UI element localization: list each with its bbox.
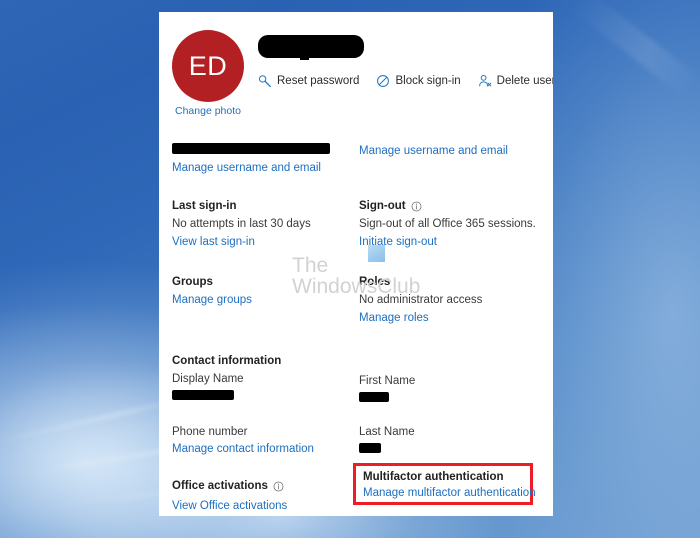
office-activations-heading-label: Office activations bbox=[172, 480, 268, 492]
username-section: Manage username and email bbox=[172, 143, 330, 179]
phone-number-field: Phone number Manage contact information bbox=[172, 426, 314, 460]
contact-information-heading: Contact information bbox=[172, 355, 282, 367]
info-icon[interactable] bbox=[411, 201, 422, 212]
username-section-right: Manage username and email bbox=[359, 145, 508, 162]
avatar-initials: ED bbox=[188, 50, 228, 81]
last-signin-heading: Last sign-in bbox=[172, 200, 237, 212]
initiate-signout-link[interactable]: Initiate sign-out bbox=[359, 236, 536, 248]
last-name-field: Last Name bbox=[359, 426, 415, 453]
phone-number-label: Phone number bbox=[172, 426, 248, 438]
username-redaction-bar bbox=[172, 143, 330, 154]
groups-heading: Groups bbox=[172, 276, 213, 288]
info-icon[interactable] bbox=[273, 481, 284, 492]
manage-username-and-email-link-right[interactable]: Manage username and email bbox=[359, 145, 508, 157]
view-office-activations-link[interactable]: View Office activations bbox=[172, 500, 287, 512]
manage-contact-information-link[interactable]: Manage contact information bbox=[172, 443, 314, 455]
office-activations-heading: Office activations bbox=[172, 480, 287, 492]
manage-username-and-email-link[interactable]: Manage username and email bbox=[172, 162, 330, 174]
roles-status: No administrator access bbox=[359, 294, 483, 306]
multifactor-authentication-highlight-box: Multifactor authentication Manage multif… bbox=[353, 463, 536, 505]
signout-description: Sign-out of all Office 365 sessions. bbox=[359, 218, 536, 230]
contact-information-section: Contact information Display Name bbox=[172, 355, 281, 400]
office-activations-section: Office activations View Office activatio… bbox=[172, 480, 287, 516]
manage-multifactor-authentication-link[interactable]: Manage multifactor authentication bbox=[363, 487, 536, 499]
last-name-label: Last Name bbox=[359, 426, 415, 438]
signout-heading-label: Sign-out bbox=[359, 200, 406, 212]
user-action-bar: Reset password Block sign-in Delete user bbox=[258, 74, 553, 88]
delete-user-label: Delete user bbox=[496, 75, 553, 87]
block-icon bbox=[376, 74, 390, 88]
first-name-value-redaction-bar bbox=[359, 392, 389, 402]
signout-heading: Sign-out bbox=[359, 200, 536, 212]
delete-user-icon bbox=[478, 74, 492, 88]
last-signin-section: Last sign-in No attempts in last 30 days… bbox=[172, 200, 311, 253]
signout-section: Sign-out Sign-out of all Office 365 sess… bbox=[359, 200, 536, 253]
display-name-redaction-bar bbox=[258, 35, 364, 60]
multifactor-authentication-heading: Multifactor authentication bbox=[363, 471, 504, 483]
user-header: ED Change photo Reset password Block sig… bbox=[159, 12, 553, 122]
user-details-panel: ED Change photo Reset password Block sig… bbox=[159, 12, 553, 516]
first-name-label: First Name bbox=[359, 375, 416, 387]
last-signin-status: No attempts in last 30 days bbox=[172, 218, 311, 230]
roles-section: Roles No administrator access Manage rol… bbox=[359, 276, 482, 329]
watermark-line-1: The bbox=[292, 254, 329, 277]
first-name-field: First Name bbox=[359, 375, 415, 402]
block-signin-label: Block sign-in bbox=[395, 75, 461, 87]
change-photo-link[interactable]: Change photo bbox=[172, 105, 244, 117]
delete-user-button[interactable]: Delete user bbox=[478, 74, 553, 88]
avatar: ED bbox=[172, 30, 244, 102]
roles-heading: Roles bbox=[359, 276, 391, 288]
key-icon bbox=[258, 74, 272, 88]
reset-password-label: Reset password bbox=[277, 75, 360, 87]
cloud-wisp bbox=[567, 0, 700, 100]
groups-section: Groups Manage groups bbox=[172, 276, 252, 311]
manage-groups-link[interactable]: Manage groups bbox=[172, 294, 252, 306]
display-name-label: Display Name bbox=[172, 373, 244, 385]
manage-roles-link[interactable]: Manage roles bbox=[359, 312, 482, 324]
last-name-value-redaction-bar bbox=[359, 443, 381, 453]
block-signin-button[interactable]: Block sign-in bbox=[376, 74, 461, 88]
view-last-signin-link[interactable]: View last sign-in bbox=[172, 236, 311, 248]
display-name-value-redaction-bar bbox=[172, 390, 234, 400]
reset-password-button[interactable]: Reset password bbox=[258, 74, 359, 88]
